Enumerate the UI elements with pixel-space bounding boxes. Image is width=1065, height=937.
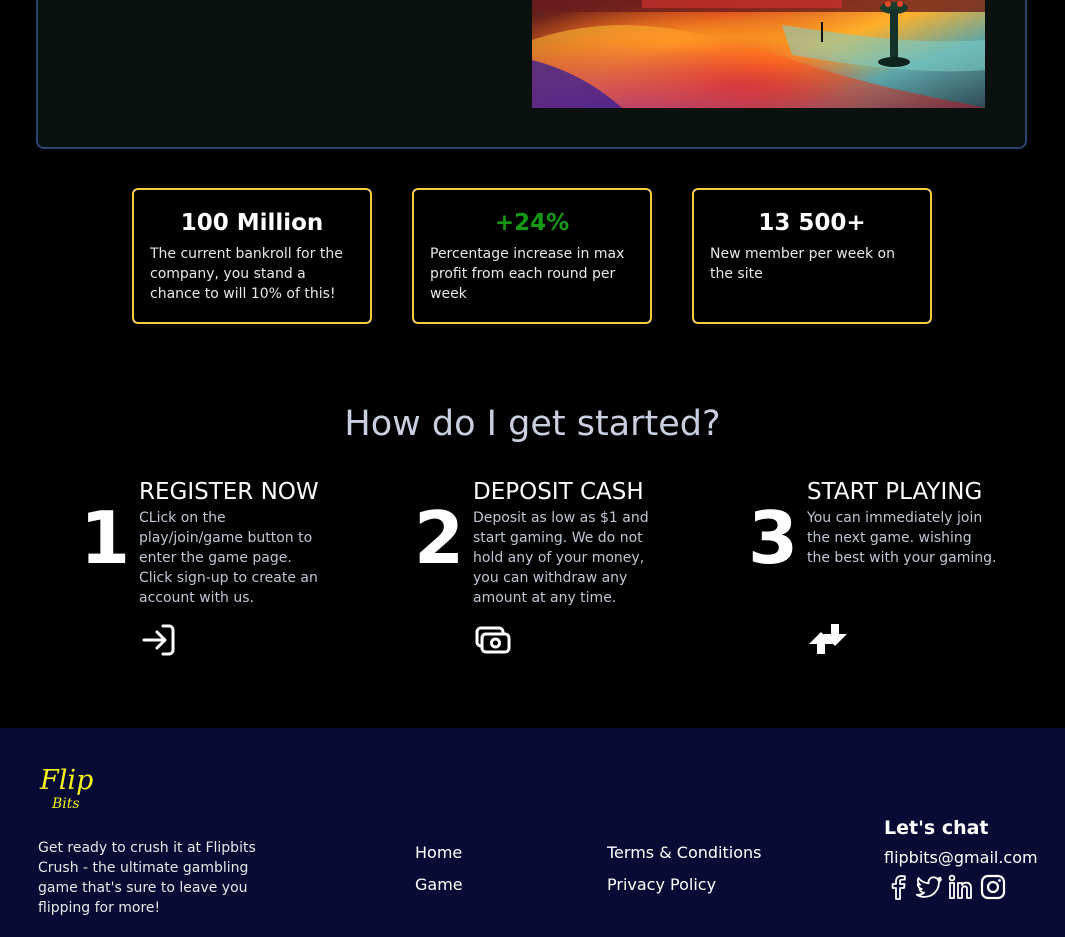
linkedin-icon[interactable] (947, 873, 975, 901)
twitter-icon[interactable] (915, 873, 943, 901)
flipbits-logo[interactable]: Flip Bits (38, 766, 108, 818)
stat-value: +24% (494, 210, 570, 236)
stat-description: The current bankroll for the company, yo… (150, 246, 343, 302)
step-deposit: 2 DEPOSIT CASH Deposit as low as $1 and … (414, 478, 674, 668)
step-play: 3 START PLAYING You can immediately join… (748, 478, 1008, 668)
step-number: 1 (80, 496, 131, 580)
step-title: START PLAYING (807, 479, 983, 505)
footer-link-game[interactable]: Game (415, 874, 463, 896)
step-description: You can immediately join the next game. … (807, 510, 997, 566)
login-arrow-icon (139, 620, 179, 660)
stat-description: New member per week on the site (710, 246, 895, 282)
stat-card-profit-increase: +24% Percentage increase in max profit f… (412, 188, 652, 324)
footer-link-home[interactable]: Home (415, 842, 462, 864)
contact-email-link[interactable]: flipbits@gmail.com (884, 847, 1038, 869)
cash-icon (473, 620, 513, 660)
step-register: 1 REGISTER NOW CLick on the play/join/ga… (80, 478, 340, 668)
footer-link-privacy[interactable]: Privacy Policy (607, 874, 716, 896)
stats-section: 100 Million The current bankroll for the… (0, 188, 1065, 324)
step-number: 3 (748, 496, 799, 580)
flip-arrows-icon (807, 620, 847, 660)
step-title: REGISTER NOW (139, 479, 319, 505)
step-number: 2 (414, 496, 465, 580)
stat-value: 100 Million (180, 210, 324, 236)
section-title: How do I get started? (344, 404, 721, 444)
logo-text-flip: Flip (40, 765, 94, 796)
footer: Flip Bits Get ready to crush it at Flipb… (0, 728, 1065, 937)
chat-title: Let's chat (884, 817, 989, 839)
hero-image-scene (532, 0, 985, 108)
hero-image (532, 0, 985, 108)
footer-tagline: Get ready to crush it at Flipbits Crush … (38, 840, 256, 916)
footer-link-terms[interactable]: Terms & Conditions (607, 842, 761, 864)
stat-card-bankroll: 100 Million The current bankroll for the… (132, 188, 372, 324)
step-description: Deposit as low as $1 and start gaming. W… (473, 510, 649, 606)
logo-text-bits: Bits (52, 796, 80, 812)
stat-description: Percentage increase in max profit from e… (430, 246, 625, 302)
step-description: CLick on the play/join/game button to en… (139, 510, 318, 606)
step-title: DEPOSIT CASH (473, 479, 644, 505)
instagram-icon[interactable] (979, 873, 1007, 901)
stat-value: 13 500+ (758, 210, 866, 236)
stat-card-new-members: 13 500+ New member per week on the site (692, 188, 932, 324)
facebook-icon[interactable] (884, 873, 912, 901)
